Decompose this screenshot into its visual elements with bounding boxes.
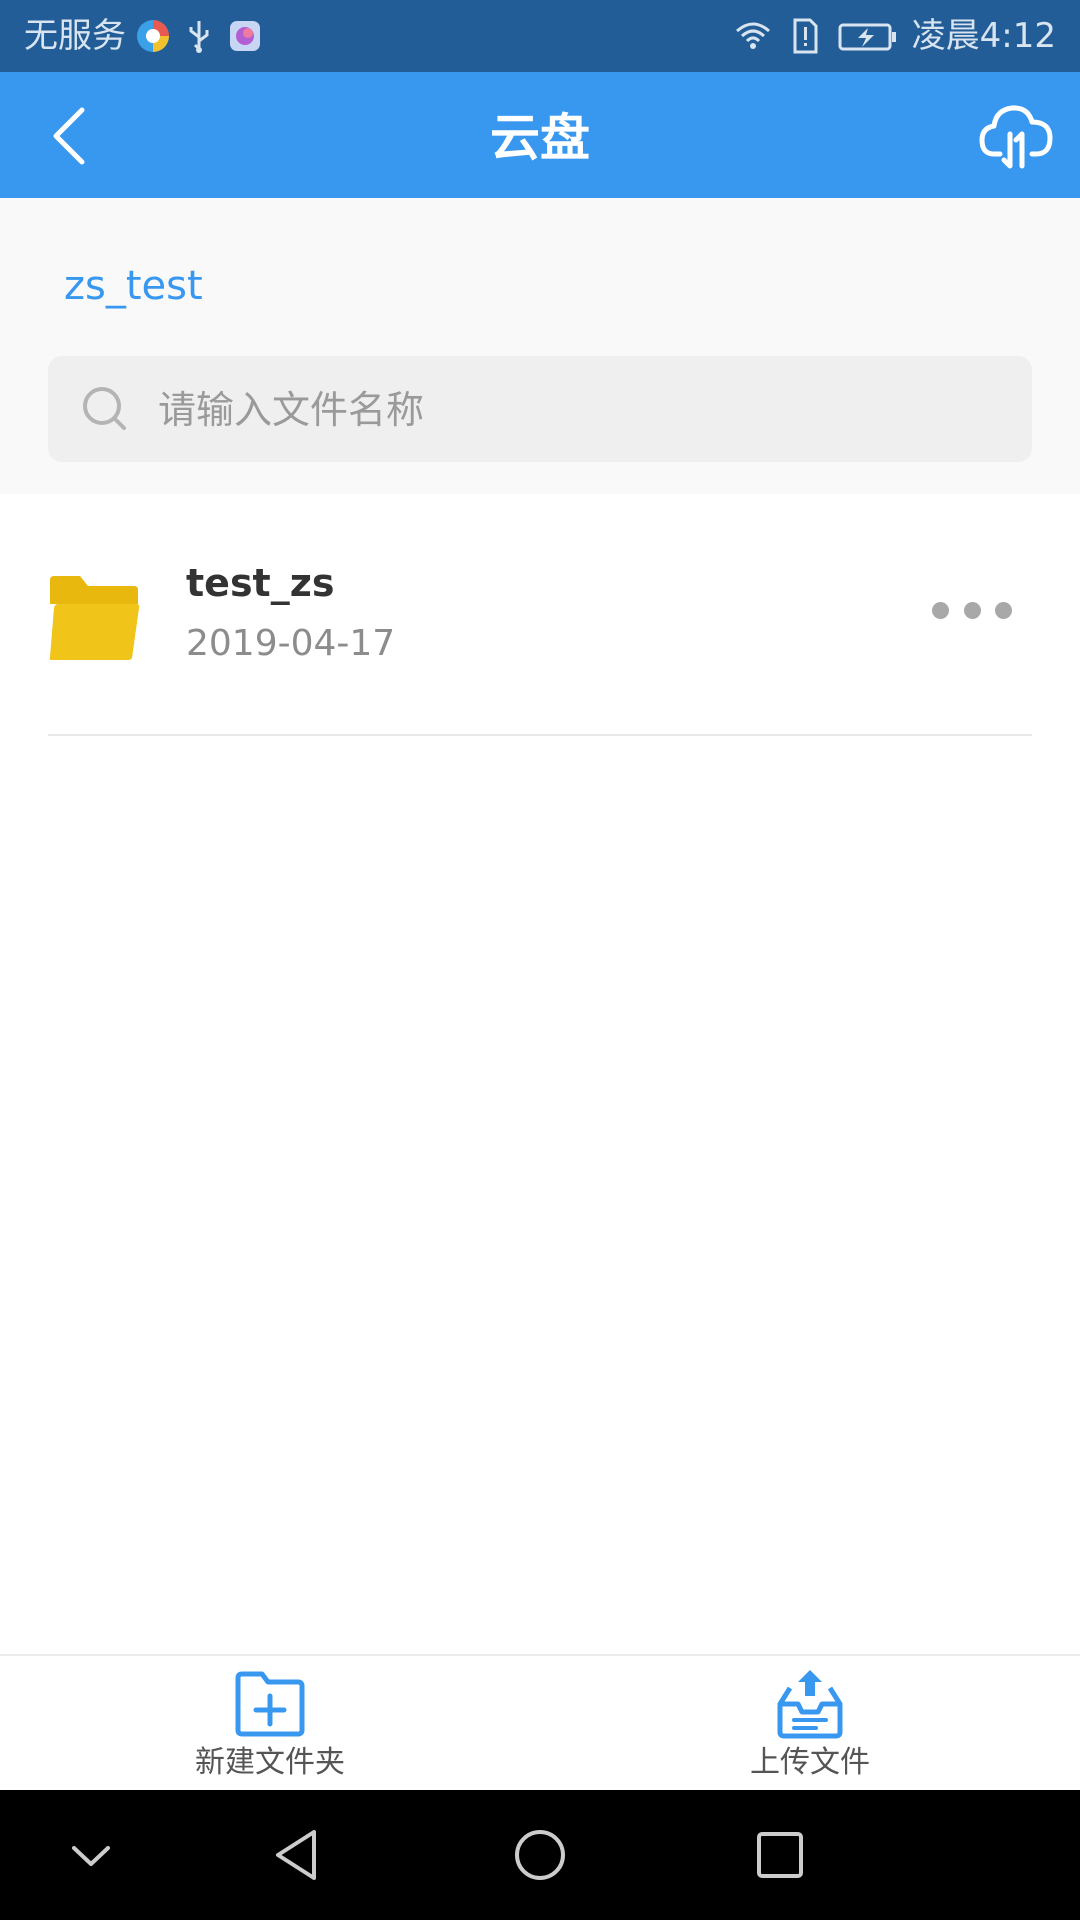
nav-home-icon[interactable] (505, 1820, 575, 1890)
chevron-down-icon[interactable] (56, 1820, 126, 1890)
system-nav-bar (0, 1790, 1080, 1920)
battery-charging-icon (838, 23, 896, 51)
cloud-transfer-icon[interactable] (976, 94, 1056, 174)
new-folder-icon (235, 1671, 305, 1737)
status-right: 凌晨4:12 (734, 14, 1056, 58)
breadcrumb[interactable]: zs_test (64, 262, 203, 310)
header-area: zs_test (0, 198, 1080, 494)
search-box[interactable] (48, 356, 1032, 464)
file-date: 2019-04-17 (186, 623, 396, 664)
wifi-icon (735, 22, 770, 49)
browser-app-icon (137, 20, 169, 52)
app-badge-icon (230, 21, 260, 51)
app-bar: 云盘 (0, 72, 1080, 198)
new-folder-button[interactable]: 新建文件夹 (120, 1656, 420, 1792)
upload-file-label: 上传文件 (750, 1745, 870, 1780)
status-bar: 无服务 凌晨4:12 (0, 0, 1080, 72)
usb-icon (189, 21, 209, 53)
new-folder-label: 新建文件夹 (195, 1745, 345, 1780)
page-title: 云盘 (490, 109, 590, 167)
bottom-action-bar: 新建文件夹 上传文件 (0, 1654, 1080, 1792)
search-icon (83, 387, 126, 430)
more-options-icon[interactable] (932, 590, 1012, 630)
status-left: 无服务 (24, 14, 264, 58)
folder-icon (49, 576, 140, 660)
file-name: test_zs (186, 561, 335, 605)
nav-recents-icon[interactable] (745, 1820, 815, 1890)
clock-text: 凌晨4:12 (911, 16, 1056, 56)
dot (932, 601, 949, 619)
sim-alert-icon (793, 18, 818, 54)
nav-back-icon[interactable] (264, 1820, 334, 1890)
carrier-text: 无服务 (24, 16, 126, 56)
upload-file-button[interactable]: 上传文件 (660, 1656, 960, 1792)
dot (995, 601, 1012, 619)
file-list-item[interactable]: test_zs 2019-04-17 (48, 494, 1032, 736)
upload-tray-icon (777, 1670, 843, 1739)
dot (963, 601, 981, 619)
search-input[interactable] (156, 356, 1000, 464)
